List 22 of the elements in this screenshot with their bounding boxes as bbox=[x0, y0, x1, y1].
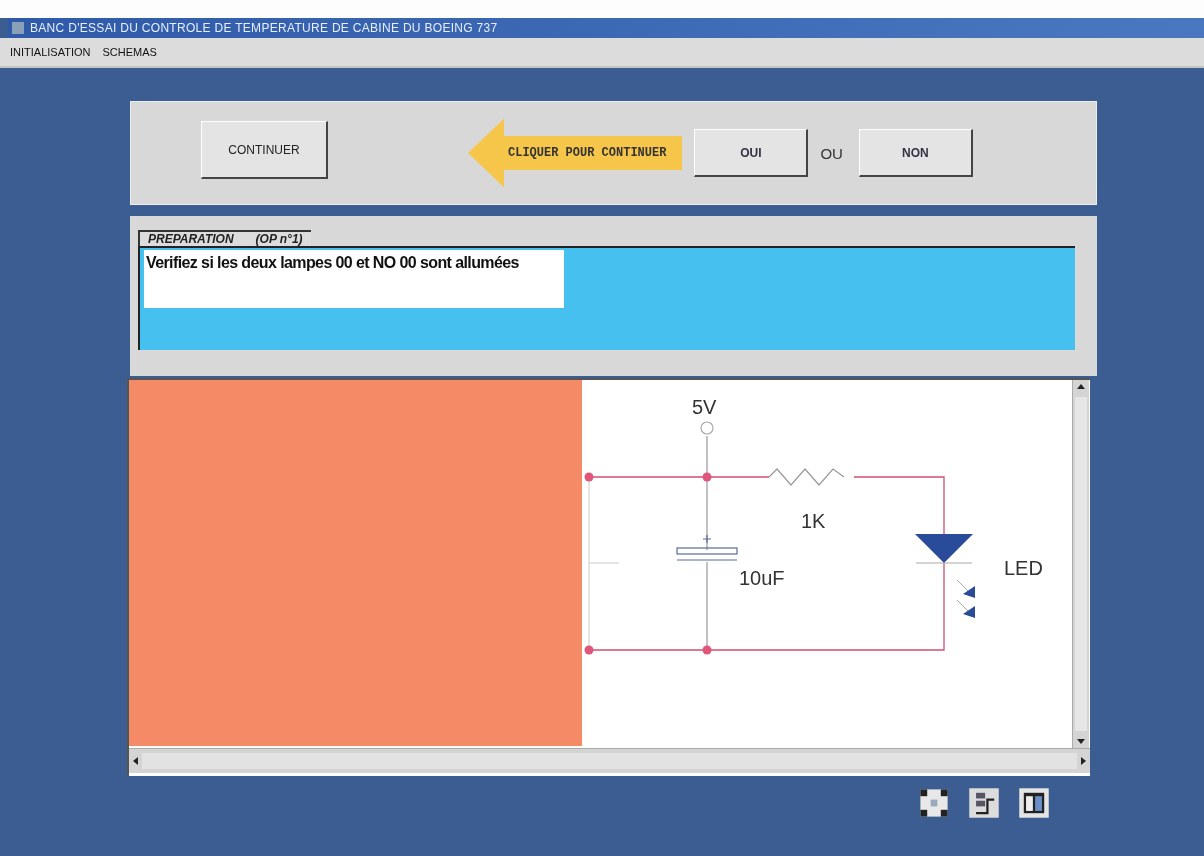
scroll-right-icon[interactable] bbox=[1081, 757, 1086, 765]
document-icon[interactable] bbox=[967, 786, 1001, 820]
continue-button[interactable]: CONTINUER bbox=[201, 121, 328, 179]
window-title: BANC D'ESSAI DU CONTROLE DE TEMPERATURE DE CABINE DU BOEING 737 bbox=[30, 21, 498, 35]
horizontal-scrollbar[interactable] bbox=[129, 748, 1090, 773]
section-title: PREPARATION bbox=[148, 232, 234, 246]
grid-icon[interactable] bbox=[917, 786, 951, 820]
no-button[interactable]: NON bbox=[858, 129, 973, 177]
app-icon bbox=[12, 22, 24, 34]
step-label: (OP n°1) bbox=[255, 232, 303, 246]
component-label: 5V bbox=[692, 396, 717, 418]
menu-item[interactable]: INITIALISATION bbox=[10, 46, 91, 58]
or-label: OU bbox=[820, 144, 843, 162]
window-icon[interactable] bbox=[1017, 786, 1051, 820]
menu-item[interactable]: SCHEMAS bbox=[102, 46, 157, 58]
component-label: LED bbox=[1004, 557, 1043, 579]
vertical-scrollbar[interactable] bbox=[1072, 380, 1089, 748]
yes-button[interactable]: OUI bbox=[694, 129, 809, 177]
component-label: 10uF bbox=[739, 567, 785, 589]
scroll-up-icon[interactable] bbox=[1077, 384, 1085, 389]
component-label: 1K bbox=[801, 510, 826, 532]
instruction-text: Verifiez si les deux lampes 00 et NO 00 sont allumées bbox=[144, 250, 564, 308]
